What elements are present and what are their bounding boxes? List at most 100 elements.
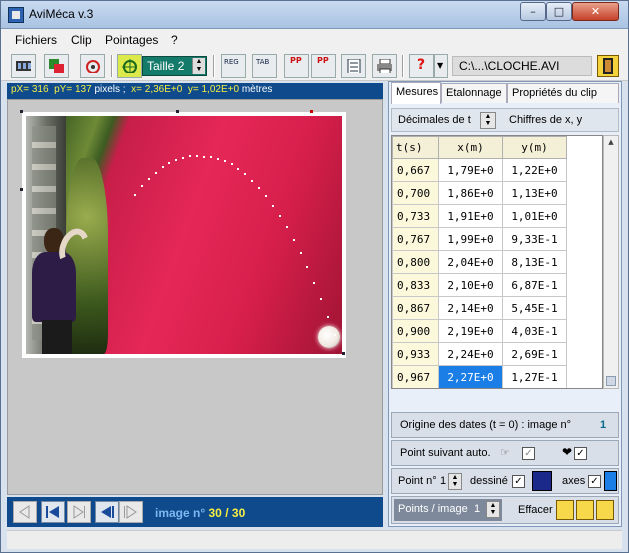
reg-button[interactable]: REG: [221, 54, 246, 78]
cell-t[interactable]: 0,900: [392, 319, 439, 343]
zoom-target-button[interactable]: [80, 54, 105, 78]
scroll-up-icon[interactable]: ▲: [605, 136, 617, 148]
menu-help[interactable]: ?: [171, 33, 178, 47]
cell-t[interactable]: 0,967: [392, 365, 439, 388]
cell-y[interactable]: 2,69E-1: [502, 342, 567, 366]
film-strip-icon: [16, 61, 31, 71]
table-row[interactable]: 0,967 2,27E+0 1,27E-1: [392, 365, 567, 388]
cell-y[interactable]: 8,13E-1: [502, 250, 567, 274]
step-first-button[interactable]: [41, 501, 65, 523]
app-icon[interactable]: [8, 7, 24, 23]
taille-spinner[interactable]: ▲ ▼: [192, 58, 205, 74]
cell-t[interactable]: 0,700: [392, 181, 439, 205]
menu-clip[interactable]: Clip: [71, 33, 92, 47]
table-row[interactable]: 0,833 2,10E+0 6,87E-1: [392, 273, 567, 297]
table-row[interactable]: 0,867 2,14E+0 5,45E-1: [392, 296, 567, 320]
cell-t[interactable]: 0,667: [392, 158, 439, 182]
crosshair-button[interactable]: [117, 54, 142, 78]
cell-y[interactable]: 9,33E-1: [502, 227, 567, 251]
effacer-all-button[interactable]: [596, 500, 614, 520]
help-icon: ?: [417, 57, 426, 73]
cell-t[interactable]: 0,767: [392, 227, 439, 251]
maximize-button[interactable]: □: [546, 2, 572, 21]
cell-x[interactable]: 2,10E+0: [438, 273, 503, 297]
color-picker-icon[interactable]: [532, 471, 552, 491]
pin-checkbox[interactable]: ✓: [574, 447, 587, 460]
scroll-thumb[interactable]: [606, 376, 616, 386]
menu-pointages[interactable]: Pointages: [105, 33, 158, 47]
column-header-x[interactable]: x(m): [438, 136, 503, 159]
decimales-spinner[interactable]: ▲ ▼: [480, 112, 496, 129]
table-row[interactable]: 0,933 2,24E+0 2,69E-1: [392, 342, 567, 366]
trajectory-point: [334, 334, 336, 336]
taille-select[interactable]: Taille 2 ▲ ▼: [142, 56, 207, 76]
x-value: 2,36E+0: [144, 84, 183, 95]
cell-y[interactable]: 4,03E-1: [502, 319, 567, 343]
cell-y[interactable]: 1,22E+0: [502, 158, 567, 182]
image-total: 30: [231, 506, 246, 520]
axes-color-icon[interactable]: [604, 471, 617, 491]
exit-button[interactable]: [597, 55, 619, 77]
cell-x[interactable]: 2,14E+0: [438, 296, 503, 320]
cell-x[interactable]: 2,19E+0: [438, 319, 503, 343]
minimize-button[interactable]: –: [520, 2, 546, 21]
table-row[interactable]: 0,733 1,91E+0 1,01E+0: [392, 204, 567, 228]
print-button[interactable]: [372, 54, 397, 78]
axes-checkbox[interactable]: ✓: [588, 475, 601, 488]
dessine-checkbox[interactable]: ✓: [512, 475, 525, 488]
trajectory-point: [230, 163, 233, 166]
video-frame[interactable]: [22, 112, 346, 358]
cell-x[interactable]: 2,04E+0: [438, 250, 503, 274]
document-button[interactable]: [341, 54, 366, 78]
table-row[interactable]: 0,900 2,19E+0 4,03E-1: [392, 319, 567, 343]
cell-x[interactable]: 1,86E+0: [438, 181, 503, 205]
table-row[interactable]: 0,767 1,99E+0 9,33E-1: [392, 227, 567, 251]
previous-frame-button[interactable]: [95, 501, 119, 523]
first-frame-button[interactable]: [13, 501, 37, 523]
cell-x[interactable]: 2,24E+0: [438, 342, 503, 366]
point-spinner[interactable]: ▲ ▼: [448, 473, 462, 490]
pp-grid-button[interactable]: PP: [284, 54, 309, 78]
table-scrollbar[interactable]: ▲: [603, 135, 619, 389]
effacer-points-button[interactable]: [556, 500, 574, 520]
copy-button[interactable]: [44, 54, 69, 78]
cell-x[interactable]: 1,79E+0: [438, 158, 503, 182]
tab-proprietes[interactable]: Propriétés du clip: [507, 83, 619, 103]
cell-t[interactable]: 0,933: [392, 342, 439, 366]
dropdown-button[interactable]: ▼: [434, 54, 448, 78]
close-button[interactable]: ✕: [572, 2, 619, 21]
chiffres-label[interactable]: Chiffres de x, y: [509, 114, 582, 126]
help-button[interactable]: ?: [409, 54, 434, 78]
film-strip-button[interactable]: [11, 54, 36, 78]
points-per-image-spinner[interactable]: ▲ ▼: [486, 501, 500, 518]
pp-chart-button[interactable]: PP: [311, 54, 336, 78]
next-frame-button[interactable]: [67, 501, 91, 523]
measures-table[interactable]: t(s) x(m) y(m) 0,667 1,79E+0 1,22E+0 0,700 1…: [391, 135, 603, 389]
cell-y[interactable]: 5,45E-1: [502, 296, 567, 320]
cell-y[interactable]: 1,27E-1: [502, 365, 567, 388]
effacer-series-button[interactable]: [576, 500, 594, 520]
cell-t[interactable]: 0,800: [392, 250, 439, 274]
cell-x[interactable]: 1,91E+0: [438, 204, 503, 228]
tab-button[interactable]: TAB: [252, 54, 277, 78]
cell-y[interactable]: 1,01E+0: [502, 204, 567, 228]
point-suivant-checkbox[interactable]: ✓: [522, 447, 535, 460]
cell-y[interactable]: 6,87E-1: [502, 273, 567, 297]
menu-fichiers[interactable]: Fichiers: [15, 33, 57, 47]
tab-etalonnage[interactable]: Etalonnage: [441, 83, 507, 103]
table-row[interactable]: 0,800 2,04E+0 8,13E-1: [392, 250, 567, 274]
column-header-t[interactable]: t(s): [392, 136, 439, 159]
tab-mesures[interactable]: Mesures: [391, 82, 441, 104]
origine-value[interactable]: 1: [600, 419, 606, 431]
cell-t[interactable]: 0,833: [392, 273, 439, 297]
cell-t[interactable]: 0,867: [392, 296, 439, 320]
cell-t[interactable]: 0,733: [392, 204, 439, 228]
cell-x[interactable]: 2,27E+0: [438, 365, 503, 388]
cell-y[interactable]: 1,13E+0: [502, 181, 567, 205]
table-row[interactable]: 0,700 1,86E+0 1,13E+0: [392, 181, 567, 205]
column-header-y[interactable]: y(m): [502, 136, 567, 159]
cell-x[interactable]: 1,99E+0: [438, 227, 503, 251]
last-frame-button[interactable]: [119, 501, 143, 523]
table-row[interactable]: 0,667 1,79E+0 1,22E+0: [392, 158, 567, 182]
trajectory-point: [147, 178, 150, 181]
